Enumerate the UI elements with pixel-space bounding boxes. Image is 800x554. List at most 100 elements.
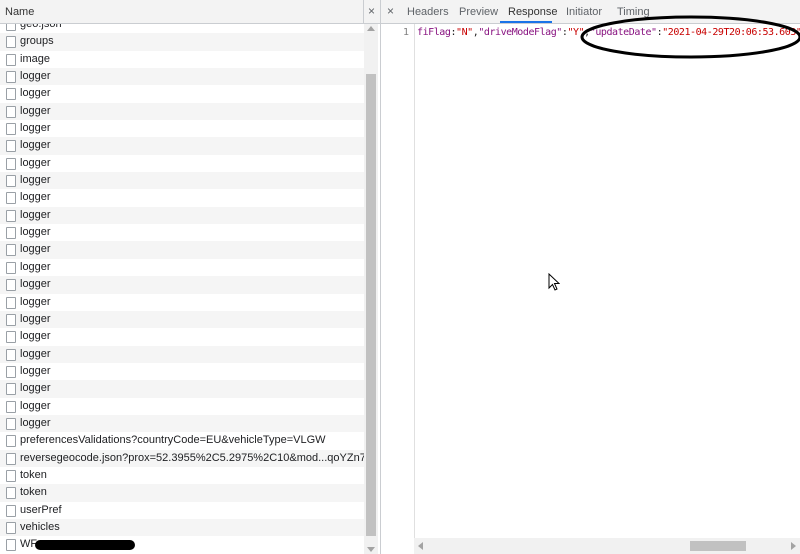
request-checkbox-icon: [6, 227, 16, 240]
request-row[interactable]: logger: [0, 224, 364, 241]
request-name: logger: [20, 295, 51, 308]
request-name: preferencesValidations?countryCode=EU&ve…: [20, 434, 326, 447]
request-row[interactable]: userPref: [0, 502, 364, 519]
request-row[interactable]: logger: [0, 345, 364, 363]
request-checkbox-icon: [6, 504, 16, 517]
redaction-mark: [35, 540, 135, 551]
request-row[interactable]: logger: [0, 120, 364, 137]
request-name: logger: [20, 156, 51, 169]
request-detail-panel: × Headers Preview Response Initiator Tim…: [381, 0, 800, 554]
request-row[interactable]: reversegeocode.json?prox=52.3955%2C5.297…: [0, 449, 364, 467]
request-row[interactable]: logger: [0, 398, 364, 415]
scrollbar-thumb[interactable]: [366, 74, 376, 536]
request-row[interactable]: logger: [0, 155, 364, 172]
request-checkbox-icon: [6, 88, 16, 101]
request-checkbox-icon: [6, 365, 16, 378]
request-name: token: [20, 468, 47, 481]
request-row[interactable]: logger: [0, 137, 364, 155]
request-row[interactable]: logger: [0, 310, 364, 329]
request-checkbox-icon: [6, 539, 16, 552]
request-checkbox-icon: [6, 157, 16, 170]
request-name: logger: [20, 122, 51, 135]
request-row[interactable]: logger: [0, 189, 364, 206]
request-row[interactable]: logger: [0, 276, 364, 294]
request-name: logger: [20, 87, 51, 100]
request-checkbox-icon: [6, 417, 16, 430]
request-name: reversegeocode.json?prox=52.3955%2C5.297…: [20, 451, 364, 464]
request-row[interactable]: groups: [0, 33, 364, 51]
request-row[interactable]: image: [0, 51, 364, 68]
horizontal-scrollbar-thumb[interactable]: [690, 541, 746, 551]
request-list-scrollbar[interactable]: [364, 24, 378, 554]
request-name: logger: [20, 260, 51, 273]
request-checkbox-icon: [6, 521, 16, 534]
request-row[interactable]: logger: [0, 172, 364, 190]
request-row[interactable]: token: [0, 484, 364, 502]
request-row[interactable]: logger: [0, 259, 364, 276]
request-row[interactable]: logger: [0, 85, 364, 102]
request-name: logger: [20, 174, 51, 187]
request-checkbox-icon: [6, 192, 16, 205]
response-horizontal-scrollbar[interactable]: [414, 538, 800, 554]
name-column-header[interactable]: Name: [5, 6, 34, 18]
request-row[interactable]: logger: [0, 102, 364, 121]
column-divider[interactable]: [363, 0, 364, 24]
request-checkbox-icon: [6, 53, 16, 66]
request-row[interactable]: logger: [0, 206, 364, 225]
scroll-right-arrow-icon[interactable]: [791, 542, 796, 550]
request-name: groups: [20, 35, 54, 48]
request-row[interactable]: logger: [0, 328, 364, 345]
request-name: logger: [20, 347, 51, 360]
close-icon[interactable]: ×: [368, 4, 375, 18]
request-row[interactable]: logger: [0, 68, 364, 86]
response-viewer[interactable]: 1 fiFlag:"N","driveModeFlag":"Y","update…: [381, 15, 800, 542]
request-row[interactable]: logger: [0, 294, 364, 311]
request-checkbox-icon: [6, 71, 16, 84]
request-name: logger: [20, 191, 51, 204]
request-name: image: [20, 52, 50, 65]
request-checkbox-icon: [6, 469, 16, 482]
tab-headers[interactable]: Headers: [407, 6, 449, 18]
request-checkbox-icon: [6, 123, 16, 136]
request-checkbox-icon: [6, 140, 16, 153]
highlight-ellipse-annotation: [580, 15, 800, 59]
request-checkbox-icon: [6, 296, 16, 309]
request-checkbox-icon: [6, 331, 16, 344]
tab-preview[interactable]: Preview: [459, 6, 498, 18]
request-name: vehicles: [20, 520, 60, 533]
request-name: logger: [20, 104, 51, 117]
request-row[interactable]: logger: [0, 241, 364, 259]
request-name: logger: [20, 70, 51, 83]
request-checkbox-icon: [6, 400, 16, 413]
request-name: logger: [20, 312, 51, 325]
request-name: logger: [20, 416, 51, 429]
request-checkbox-icon: [6, 261, 16, 274]
json-string: "N": [456, 27, 473, 38]
scroll-left-arrow-icon[interactable]: [418, 542, 423, 550]
request-row[interactable]: preferencesValidations?countryCode=EU&ve…: [0, 432, 364, 449]
scroll-down-arrow-icon[interactable]: [367, 547, 375, 552]
request-checkbox-icon: [6, 487, 16, 500]
request-rows: geo.json groups image logger logger logger log…: [0, 16, 364, 554]
request-row[interactable]: WF: [0, 536, 364, 553]
request-name: logger: [20, 243, 51, 256]
active-tab-indicator: [500, 21, 552, 23]
line-number: 1: [402, 27, 409, 38]
request-checkbox-icon: [6, 383, 16, 396]
request-row[interactable]: vehicles: [0, 518, 364, 537]
request-row[interactable]: token: [0, 467, 364, 484]
request-checkbox-icon: [6, 452, 16, 465]
request-row[interactable]: logger: [0, 414, 364, 433]
request-checkbox-icon: [6, 105, 16, 118]
request-checkbox-icon: [6, 175, 16, 188]
tab-response[interactable]: Response: [508, 6, 558, 18]
mouse-pointer-icon: [548, 273, 560, 291]
request-checkbox-icon: [6, 244, 16, 257]
request-checkbox-icon: [6, 435, 16, 448]
json-key: fiFlag: [417, 27, 451, 38]
request-row[interactable]: logger: [0, 363, 364, 380]
scroll-up-arrow-icon[interactable]: [367, 26, 375, 31]
request-list-panel: geo.json groups image logger logger logger log…: [0, 0, 381, 554]
request-row[interactable]: logger: [0, 380, 364, 398]
close-panel-icon[interactable]: ×: [387, 4, 394, 18]
